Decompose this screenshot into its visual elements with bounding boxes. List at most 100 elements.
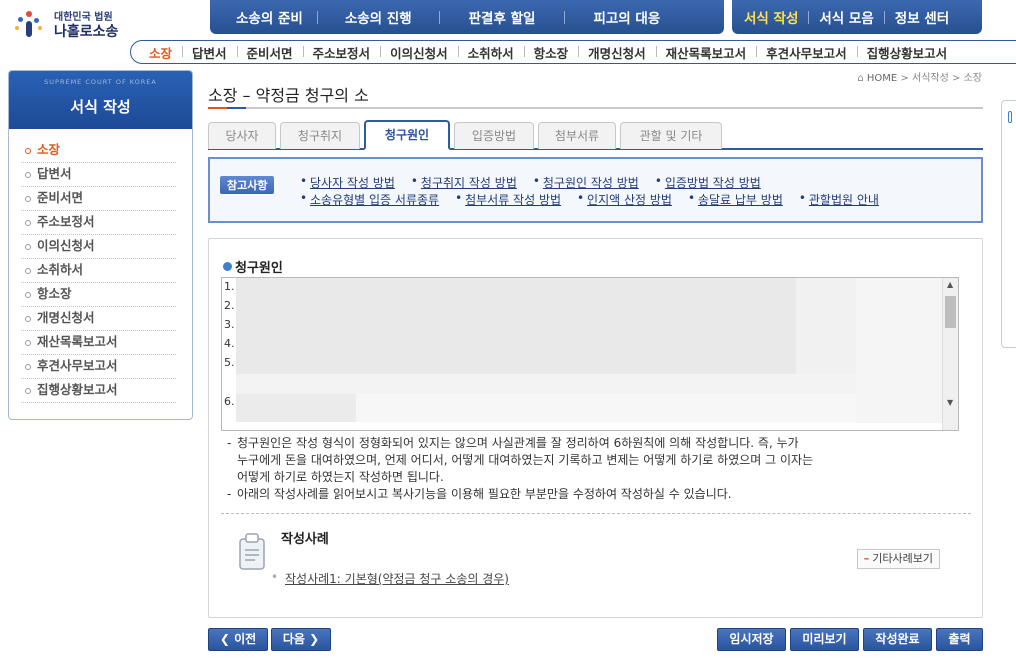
main-panel: 청구원인 1. 2. 3. 4. 5. 6. ▲ ▼ 청구원인은 작성 형식이 … — [208, 238, 983, 618]
line-number: 1. — [224, 280, 235, 293]
logo-line1: 대한민국 법원 — [54, 12, 113, 23]
prev-button[interactable]: ❮ 이전 — [208, 628, 268, 651]
top-navigation: 소송의 준비 소송의 진행 판결후 할일 피고의 대응 서식 작성 서식 모음 … — [208, 0, 986, 36]
sidebar-item-brief[interactable]: 준비서면 — [21, 187, 176, 211]
ref-link-claim-cause[interactable]: 청구원인 작성 방법 — [533, 174, 639, 191]
sidebar-supertitle: SUPREME COURT OF KOREA — [44, 78, 157, 86]
topnav-item-after-judgment[interactable]: 판결후 할일 — [440, 7, 565, 27]
subnav-item-answer[interactable]: 답변서 — [182, 43, 237, 62]
subnav-item-guardian-report[interactable]: 후견사무보고서 — [756, 43, 857, 62]
ref-link-attachments[interactable]: 첨부서류 작성 방법 — [455, 191, 561, 208]
document-tag-icon — [239, 533, 265, 570]
note-line: 누구에게 돈을 대여하였으며, 언제 어디서, 어떻게 대여하였는지 기록하고 … — [237, 453, 814, 467]
subnav-item-objection[interactable]: 이의신청서 — [380, 43, 458, 62]
breadcrumb-home[interactable]: HOME — [867, 73, 897, 84]
tab-attachments[interactable]: 첨부서류 — [538, 122, 616, 149]
tab-evidence[interactable]: 입증방법 — [454, 122, 534, 149]
topnav-item-info-center[interactable]: 정보 센터 — [885, 7, 959, 27]
quick-menu-panel[interactable] — [1001, 100, 1016, 348]
subnav-item-appeal[interactable]: 항소장 — [523, 43, 579, 62]
home-icon: ⌂ — [857, 73, 864, 84]
sidebar-item-name-change[interactable]: 개명신청서 — [21, 307, 176, 331]
subnav-item-withdrawal[interactable]: 소취하서 — [457, 43, 524, 62]
site-logo[interactable]: 대한민국 법원 나홀로소송 — [12, 6, 192, 44]
sidebar: SUPREME COURT OF KOREA 서식 작성 소장 답변서 준비서면… — [8, 70, 193, 420]
complete-button[interactable]: 작성완료 — [863, 628, 932, 651]
court-logo-icon — [12, 9, 52, 41]
sidebar-item-address-correction[interactable]: 주소보정서 — [21, 211, 176, 235]
sidebar-item-objection[interactable]: 이의신청서 — [21, 235, 176, 259]
form-type-subnav: 소장 답변서 준비서면 주소보정서 이의신청서 소취하서 항소장 개명신청서 재… — [130, 40, 1016, 64]
subnav-item-name-change[interactable]: 개명신청서 — [578, 43, 656, 62]
sidebar-menu: 소장 답변서 준비서면 주소보정서 이의신청서 소취하서 항소장 개명신청서 재… — [9, 139, 192, 403]
redacted-text — [356, 394, 856, 422]
logo-line2: 나홀로소송 — [54, 24, 119, 40]
title-underline — [208, 107, 983, 109]
line-number: 5. — [224, 356, 235, 369]
topnav-item-proceed[interactable]: 소송의 진행 — [318, 7, 439, 27]
line-number: 2. — [224, 299, 235, 312]
breadcrumb: ⌂ HOME > 서식작성 > 소장 — [857, 69, 982, 84]
scroll-up-icon[interactable]: ▲ — [947, 280, 953, 289]
tab-parties[interactable]: 당사자 — [208, 122, 276, 149]
subnav-item-asset-report[interactable]: 재산목록보고서 — [655, 43, 757, 62]
breadcrumb-separator: > — [952, 73, 961, 84]
sidebar-item-asset-report[interactable]: 재산목록보고서 — [21, 331, 176, 355]
more-examples-label: 기타사례보기 — [872, 552, 933, 565]
subnav-item-complaint[interactable]: 소장 — [139, 43, 182, 62]
more-examples-button[interactable]: – 기타사례보기 — [856, 549, 940, 569]
redacted-text — [856, 278, 946, 423]
line-number: 4. — [224, 337, 235, 350]
note-line: 아래의 작성사례를 읽어보시고 복사기능을 이용해 필요한 부분만을 수정하여 … — [227, 486, 967, 503]
sidebar-item-answer[interactable]: 답변서 — [21, 163, 176, 187]
next-button[interactable]: 다음 ❯ — [271, 628, 331, 651]
topnav-item-form-collection[interactable]: 서식 모음 — [809, 7, 883, 27]
note-line: 청구원인은 작성 형식이 정형화되어 있지는 않으며 사실관계를 잘 정리하여 … — [227, 435, 967, 452]
topnav-item-defendant[interactable]: 피고의 대응 — [565, 7, 688, 27]
tab-claim-cause[interactable]: 청구원인 — [364, 120, 450, 150]
sidebar-item-withdrawal[interactable]: 소취하서 — [21, 259, 176, 283]
redacted-text — [796, 278, 856, 374]
ref-link-delivery-fee[interactable]: 송달료 납부 방법 — [688, 191, 783, 208]
next-label: 다음 — [282, 632, 305, 646]
bullet-icon — [223, 262, 232, 271]
subnav-item-execution-report[interactable]: 집행상황보고서 — [856, 43, 958, 62]
subnav-item-address-correction[interactable]: 주소보정서 — [302, 43, 381, 62]
quick-menu-icon — [1008, 111, 1012, 123]
example-section: 작성사례 작성사례1: 기본형(약정금 청구 소송의 경우) — [233, 524, 963, 594]
sidebar-item-guardian-report[interactable]: 후견사무보고서 — [21, 355, 176, 379]
temp-save-button[interactable]: 임시저장 — [717, 628, 786, 651]
sidebar-item-complaint[interactable]: 소장 — [21, 139, 176, 163]
reference-row: 소송유형별 입증 서류종류 첨부서류 작성 방법 인지액 산정 방법 송달료 납… — [300, 191, 970, 208]
subnav-item-brief[interactable]: 준비서면 — [236, 43, 303, 62]
preview-button[interactable]: 미리보기 — [790, 628, 859, 651]
sidebar-header: SUPREME COURT OF KOREA 서식 작성 — [9, 71, 192, 129]
ref-link-evidence-types[interactable]: 소송유형별 입증 서류종류 — [300, 191, 439, 208]
ref-link-court-guide[interactable]: 관할법원 안내 — [799, 191, 879, 208]
topnav-group-main: 소송의 준비 소송의 진행 판결후 할일 피고의 대응 — [210, 0, 724, 34]
example-link-basic[interactable]: 작성사례1: 기본형(약정금 청구 소송의 경우) — [271, 570, 509, 587]
ref-link-stamp-fee[interactable]: 인지액 산정 방법 — [577, 191, 672, 208]
sidebar-item-execution-report[interactable]: 집행상황보고서 — [21, 379, 176, 403]
scroll-down-icon[interactable]: ▼ — [947, 398, 953, 407]
ref-link-evidence[interactable]: 입증방법 작성 방법 — [655, 174, 761, 191]
redacted-text — [236, 394, 356, 422]
sidebar-item-appeal[interactable]: 항소장 — [21, 283, 176, 307]
note-line: 어떻게 하기로 하였는지 작성하면 됩니다. — [237, 470, 444, 484]
topnav-group-forms: 서식 작성 서식 모음 정보 센터 — [732, 0, 982, 34]
ref-link-claim-purpose[interactable]: 청구취지 작성 방법 — [411, 174, 517, 191]
line-number: 3. — [224, 318, 235, 331]
claim-cause-textarea[interactable]: 1. 2. 3. 4. 5. 6. ▲ ▼ — [221, 277, 959, 431]
topnav-item-form-writing[interactable]: 서식 작성 — [732, 7, 808, 27]
textarea-scrollbar[interactable]: ▲ ▼ — [942, 278, 958, 430]
tab-jurisdiction[interactable]: 관할 및 기타 — [620, 122, 722, 149]
tab-claim-purpose[interactable]: 청구취지 — [280, 122, 360, 149]
scroll-thumb[interactable] — [945, 296, 956, 328]
ref-link-parties[interactable]: 당사자 작성 방법 — [300, 174, 395, 191]
redacted-text — [236, 278, 796, 374]
topnav-item-prepare[interactable]: 소송의 준비 — [222, 7, 317, 27]
page-title: 소장 – 약정금 청구의 소 — [208, 86, 369, 105]
breadcrumb-level1: 서식작성 — [912, 73, 949, 84]
print-button[interactable]: 출력 — [936, 628, 983, 651]
step-tabs: 당사자 청구취지 청구원인 입증방법 첨부서류 관할 및 기타 — [208, 120, 983, 150]
